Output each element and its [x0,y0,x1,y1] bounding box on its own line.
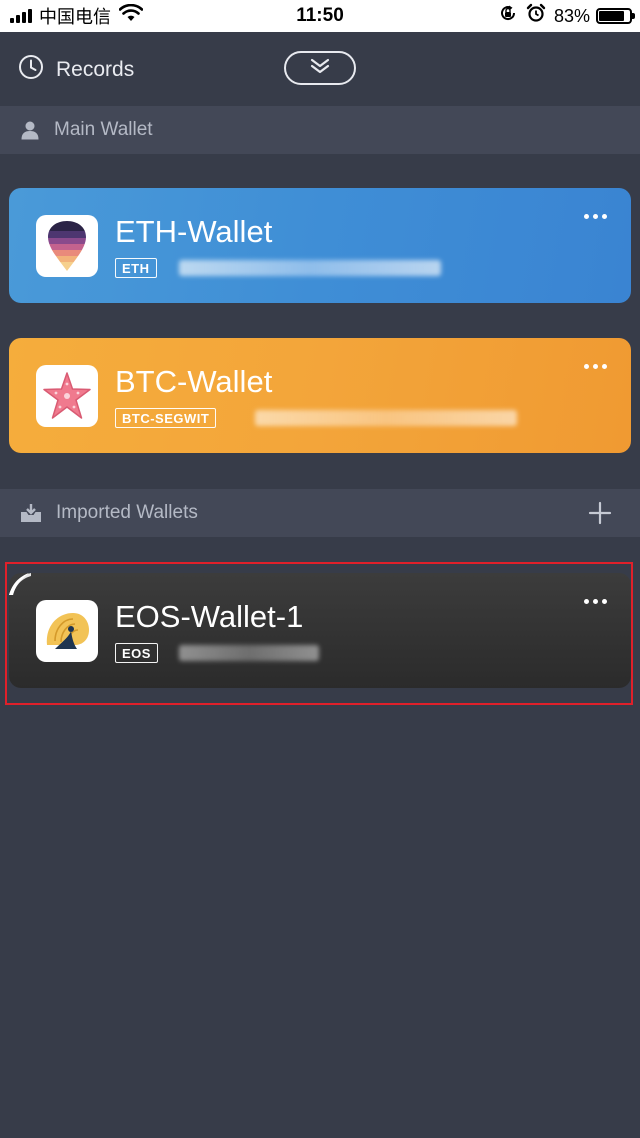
user-icon [20,120,40,140]
battery-fill [599,11,624,21]
wallet-address-redacted [255,410,517,426]
imported-wallets-label: Imported Wallets [56,502,198,523]
wallet-name: ETH-Wallet [115,214,273,249]
double-chevron-down-icon [309,58,331,79]
wallet-card-btc[interactable]: BTC-Wallet BTC-SEGWIT [9,338,631,453]
wallet-menu-button[interactable] [580,364,607,369]
wallet-chain-tag: BTC-SEGWIT [115,408,217,428]
starfish-logo [36,365,98,427]
alarm-icon [526,3,546,29]
wallet-card-eth[interactable]: ETH-Wallet ETH [9,188,631,303]
battery-tip [632,13,635,19]
download-icon [20,503,42,523]
main-wallet-section-header: Main Wallet [0,106,640,154]
status-bar: 中国电信 11:50 83% [0,0,640,32]
records-label: Records [56,58,135,81]
battery-percentage: 83% [553,5,590,26]
plus-icon[interactable] [588,501,612,531]
wallet-address-redacted [179,260,441,276]
orientation-lock-icon [498,3,518,29]
main-wallet-label: Main Wallet [54,119,153,140]
app-header: Records [0,32,640,106]
battery-icon [596,8,635,24]
records-button[interactable]: Records [18,54,134,86]
highlight-frame [5,562,633,705]
wallet-menu-button[interactable] [580,214,607,219]
eth-balloon-logo [36,215,98,277]
wallet-chain-tag: ETH [115,258,157,278]
collapse-toggle-button[interactable] [284,51,356,85]
imported-wallets-section-header: Imported Wallets [0,489,640,537]
status-right: 83% [498,3,635,29]
wallet-name: BTC-Wallet [115,364,273,399]
clock-icon [18,54,56,86]
